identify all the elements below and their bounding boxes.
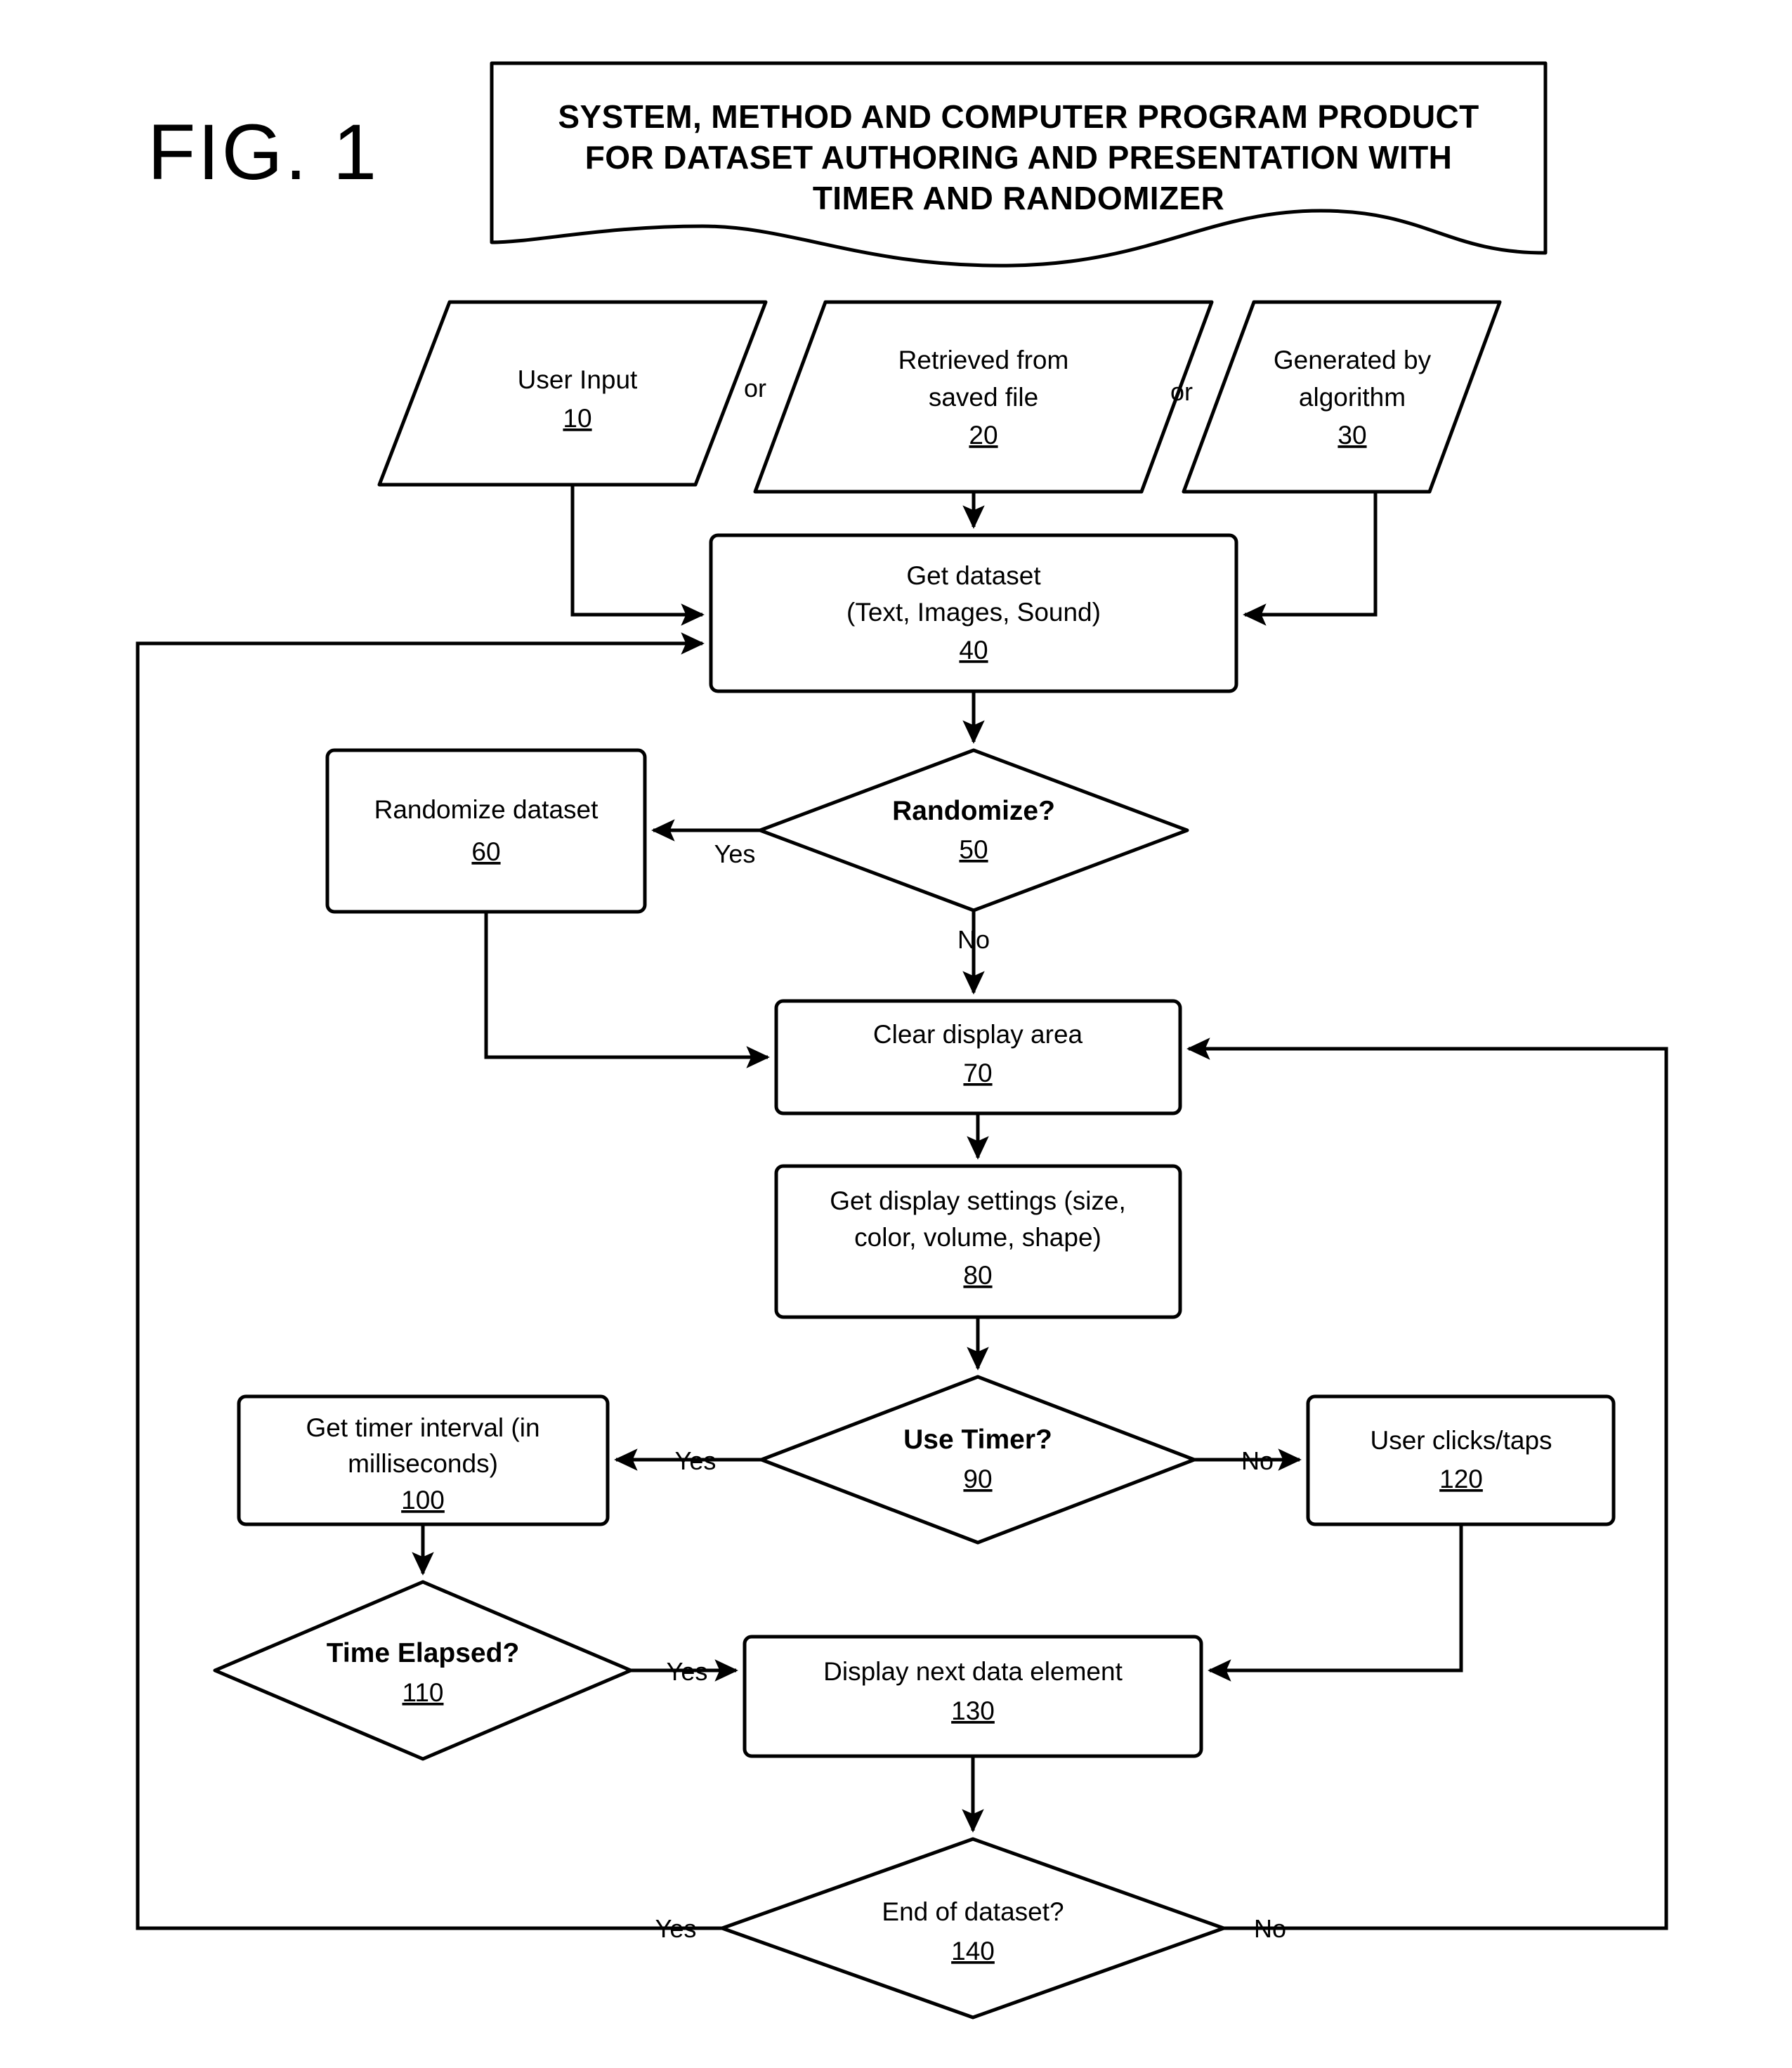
edge-label-end-yes: Yes [655, 1914, 697, 1943]
node-80-label-line-1: Get display settings (size, [830, 1186, 1126, 1215]
edge-label-elapsed-yes: Yes [667, 1657, 708, 1686]
node-70-ref: 70 [963, 1059, 992, 1087]
figure-label: FIG. 1 [148, 108, 379, 196]
edge-30-to-40 [1243, 492, 1378, 626]
node-120-label: User clicks/taps [1370, 1426, 1552, 1455]
or-separator-1: or [744, 374, 766, 403]
node-100-label-line-2: milliseconds) [348, 1449, 498, 1478]
node-30-label-line-1: Generated by [1274, 346, 1432, 374]
node-90-label: Use Timer? [903, 1425, 1052, 1455]
node-70-label: Clear display area [873, 1020, 1083, 1049]
node-130-ref: 130 [951, 1696, 995, 1725]
node-100-label-line-1: Get timer interval (in [306, 1413, 539, 1442]
figure-title-line-1: SYSTEM, METHOD AND COMPUTER PROGRAM PROD… [558, 98, 1479, 135]
node-130-label: Display next data element [823, 1657, 1123, 1686]
node-140-shape [720, 1837, 1226, 2020]
node-120-shape [1306, 1394, 1616, 1526]
node-30-ref: 30 [1338, 421, 1366, 450]
edge-label-timer-yes: Yes [675, 1446, 717, 1475]
node-90-shape [759, 1375, 1196, 1545]
edge-10-to-40 [570, 485, 705, 626]
node-120-ref: 120 [1439, 1465, 1483, 1493]
edge-label-timer-no: No [1241, 1446, 1274, 1475]
node-10-label: User Input [518, 365, 638, 394]
node-80-label-line-2: color, volume, shape) [854, 1223, 1101, 1252]
edge-120-to-130 [1208, 1524, 1463, 1682]
node-50-ref: 50 [959, 835, 988, 864]
node-110-label: Time Elapsed? [327, 1638, 520, 1668]
node-40-ref: 40 [959, 636, 988, 665]
node-90-ref: 90 [963, 1465, 992, 1493]
node-30-label-line-2: algorithm [1299, 383, 1406, 412]
node-20-label-line-1: Retrieved from [898, 346, 1069, 374]
edge-60-to-70 [484, 912, 770, 1068]
node-140-label: End of dataset? [882, 1897, 1064, 1926]
node-60-label: Randomize dataset [374, 795, 599, 824]
node-140-ref: 140 [951, 1937, 995, 1965]
node-10-ref: 10 [563, 404, 591, 433]
figure-title-line-3: TIMER AND RANDOMIZER [813, 180, 1224, 216]
node-50-shape [758, 748, 1189, 912]
figure-title-line-2: FOR DATASET AUTHORING AND PRESENTATION W… [585, 139, 1452, 176]
node-50-label: Randomize? [892, 796, 1055, 826]
or-separator-2: or [1170, 377, 1193, 406]
patent-figure: FIG. 1 SYSTEM, METHOD AND COMPUTER PROGR… [0, 0, 1792, 2068]
node-110-shape [213, 1580, 633, 1761]
node-20-label-line-2: saved file [929, 383, 1038, 412]
node-80-ref: 80 [963, 1261, 992, 1290]
node-100-ref: 100 [401, 1486, 445, 1514]
node-40-label-line-1: Get dataset [906, 561, 1041, 590]
node-110-ref: 110 [403, 1678, 444, 1707]
node-70-shape [774, 999, 1182, 1115]
flowchart-diagram: FIG. 1 SYSTEM, METHOD AND COMPUTER PROGR… [136, 61, 1668, 2020]
node-60-shape [325, 748, 647, 914]
node-40-label-line-2: (Text, Images, Sound) [846, 598, 1101, 627]
node-20-ref: 20 [969, 421, 998, 450]
edge-label-randomize-yes: Yes [714, 839, 756, 868]
node-60-ref: 60 [471, 837, 500, 866]
